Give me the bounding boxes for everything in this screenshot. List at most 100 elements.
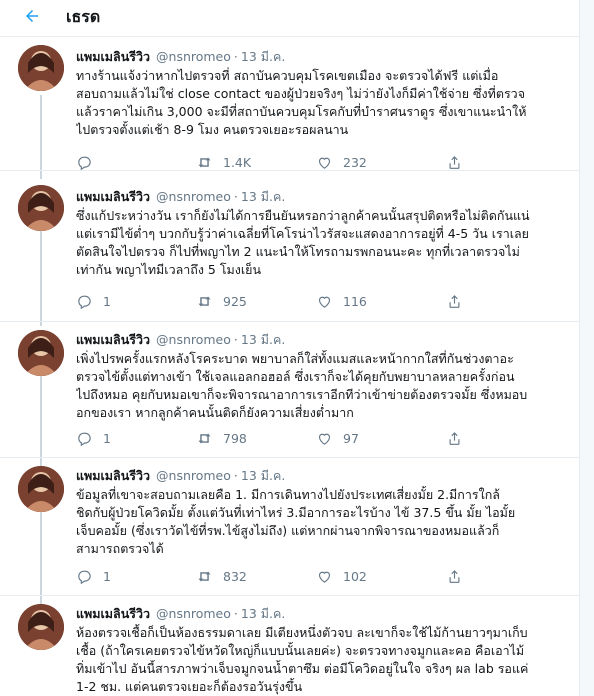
avatar-image: [18, 185, 64, 231]
back-arrow-icon: [26, 10, 38, 22]
reply-button[interactable]: 1: [76, 568, 111, 585]
retweet-count: 925: [223, 294, 247, 309]
tweet-line: 1-2 ชม. แต่คนตรวจเยอะก็ต้องรอวันรุ่งขึ้น: [76, 679, 303, 694]
reply-button[interactable]: 1: [76, 430, 111, 447]
tweet-meta: แพมเมลินรีวิว @nsnromeo · 13 มี.ค.: [76, 47, 285, 67]
tweet-line: อกของเรา หากลูกค้าคนนั้นติดก็ยังความเสี่…: [76, 405, 354, 420]
back-button[interactable]: [18, 2, 46, 30]
heart-icon: [318, 433, 331, 445]
author-handle[interactable]: @nsnromeo: [156, 468, 231, 483]
author-handle[interactable]: @nsnromeo: [156, 606, 231, 621]
reply-count: 1: [103, 294, 111, 309]
author-name[interactable]: แพมเมลินรีวิว: [76, 468, 150, 483]
separator-dot: ·: [233, 468, 238, 483]
tweet[interactable]: แพมเมลินรีวิว @nsnromeo · 13 มี.ค. เพิ่งไปร…: [0, 322, 579, 458]
retweet-count: 832: [223, 569, 247, 584]
reply-button[interactable]: 1: [76, 293, 111, 310]
avatar[interactable]: [18, 330, 64, 376]
reply-icon: [78, 570, 91, 585]
retweet-icon: [198, 296, 211, 307]
tweet-meta: แพมเมลินรีวิว @nsnromeo · 13 มี.ค.: [76, 466, 285, 486]
heart-icon: [318, 571, 331, 583]
avatar[interactable]: [18, 604, 64, 650]
author-name[interactable]: แพมเมลินรีวิว: [76, 606, 150, 621]
tweet[interactable]: แพมเมลินรีวิว @nsnromeo · 13 มี.ค. ห้องตรวจ…: [0, 596, 579, 696]
separator-dot: ·: [233, 332, 238, 347]
retweet-button[interactable]: 798: [196, 430, 247, 447]
tweet-text: ทางร้านแจ้งว่าหากไปตรวจที่ สถาบันควบคุมโ…: [76, 67, 568, 139]
tweet-meta: แพมเมลินรีวิว @nsnromeo · 13 มี.ค.: [76, 187, 285, 207]
tweet-line: เชื้อ (ถ้าใครเคยตรวจไข้หวัดใหญ่ก็แบบนั้น…: [76, 643, 525, 658]
author-handle[interactable]: @nsnromeo: [156, 332, 231, 347]
like-count: 232: [343, 155, 367, 170]
like-button[interactable]: 102: [316, 568, 367, 585]
retweet-icon: [198, 157, 211, 168]
tweet-line: เพิ่งไปรพครั้งแรกหลังโรคระบาด พยาบาลก็ใส…: [76, 351, 514, 366]
retweet-button[interactable]: 1.4K: [196, 154, 251, 171]
tweet-actions: 1 798 97: [76, 430, 496, 448]
tweet-date[interactable]: 13 มี.ค.: [241, 49, 285, 64]
like-count: 102: [343, 569, 367, 584]
thread-connector: [40, 376, 42, 457]
author-name[interactable]: แพมเมลินรีวิว: [76, 189, 150, 204]
author-name[interactable]: แพมเมลินรีวิว: [76, 332, 150, 347]
tweet-line: เท่ากัน พญาไทมีเวลาถึง 5 โมงเย็น: [76, 262, 262, 277]
share-icon: [449, 432, 460, 445]
like-button[interactable]: 97: [316, 430, 359, 447]
reply-icon: [78, 156, 91, 171]
like-count: 97: [343, 431, 359, 446]
tweet-actions: 1 925 116: [76, 293, 496, 311]
tweet-meta: แพมเมลินรีวิว @nsnromeo · 13 มี.ค.: [76, 330, 285, 350]
tweet-line: สามารถตรวจได้: [76, 541, 164, 556]
thread-connector: [40, 512, 42, 595]
tweet[interactable]: แพมเมลินรีวิว @nsnromeo · 13 มี.ค. ข้อมูลที…: [0, 458, 579, 596]
reply-count: 1: [103, 431, 111, 446]
retweet-button[interactable]: 925: [196, 293, 247, 310]
author-handle[interactable]: @nsnromeo: [156, 189, 231, 204]
thread-connector: [40, 95, 42, 170]
reply-icon: [78, 432, 91, 447]
retweet-icon: [198, 571, 211, 582]
like-button[interactable]: 232: [316, 154, 367, 171]
author-name[interactable]: แพมเมลินรีวิว: [76, 49, 150, 64]
tweet[interactable]: แพมเมลินรีวิว @nsnromeo · 13 มี.ค. ซึ่งแก้ป…: [0, 171, 579, 322]
tweet-actions: 1 832 102: [76, 568, 496, 586]
thread-column: เธรด แพมเมลินรีวิว @nsnromeo · 13 มี.ค. ทาง…: [0, 0, 580, 696]
thread-connector: [40, 229, 42, 321]
avatar[interactable]: [18, 45, 64, 91]
share-button[interactable]: [446, 430, 463, 447]
tweet-line: แต่เรามีไข้ต่ำๆ บวกกับรู้ว่าค่าเฉลี่ยที่…: [76, 226, 529, 241]
like-button[interactable]: 116: [316, 293, 367, 310]
tweet-date[interactable]: 13 มี.ค.: [241, 332, 285, 347]
tweet-date[interactable]: 13 มี.ค.: [241, 606, 285, 621]
share-button[interactable]: [446, 293, 463, 310]
thread-connector: [40, 458, 42, 466]
avatar[interactable]: [18, 185, 64, 231]
reply-count: 1: [103, 569, 111, 584]
tweet-line: ห้องตรวจเชื้อก็เป็นห้องธรรมดาเลย มีเตียง…: [76, 625, 528, 640]
tweet-text: ซึ่งแก้ประหว่างวัน เราก็ยังไม่ได้การยืนย…: [76, 207, 568, 279]
retweet-button[interactable]: 832: [196, 568, 247, 585]
tweet-meta: แพมเมลินรีวิว @nsnromeo · 13 มี.ค.: [76, 604, 285, 624]
separator-dot: ·: [233, 606, 238, 621]
share-icon: [449, 570, 460, 583]
share-button[interactable]: [446, 568, 463, 585]
avatar[interactable]: [18, 466, 64, 512]
share-button[interactable]: [446, 154, 463, 171]
avatar-image: [18, 466, 64, 512]
side-panel-edge: [580, 0, 594, 696]
tweet-date[interactable]: 13 มี.ค.: [241, 468, 285, 483]
tweet[interactable]: แพมเมลินรีวิว @nsnromeo · 13 มี.ค. ทางร้านแ…: [0, 37, 579, 171]
author-handle[interactable]: @nsnromeo: [156, 49, 231, 64]
tweet-line: ไปถึงหมอ คุยกับหมอเขาก็จะพิจารณาอาการเรา…: [76, 387, 528, 402]
tweet-line: เจ็บคอมั้ย (ซึ่งเราวัดไข้ที่รพ.ไข้สูงไม่…: [76, 523, 500, 538]
reply-button[interactable]: [76, 154, 103, 171]
share-icon: [449, 156, 460, 169]
tweet-line: ซึ่งแก้ประหว่างวัน เราก็ยังไม่ได้การยืนย…: [76, 208, 530, 223]
heart-icon: [318, 296, 331, 308]
tweet-line: ทิ่มเข้าไป อันนี้สารภาพว่าเจ็บจมูกจนน้ำต…: [76, 661, 529, 676]
tweet-text: ข้อมูลที่เขาจะสอบถามเลยคือ 1. มีการเดินท…: [76, 486, 568, 558]
tweet-date[interactable]: 13 มี.ค.: [241, 189, 285, 204]
heart-icon: [318, 157, 331, 169]
tweet-text: เพิ่งไปรพครั้งแรกหลังโรคระบาด พยาบาลก็ใส…: [76, 350, 568, 422]
